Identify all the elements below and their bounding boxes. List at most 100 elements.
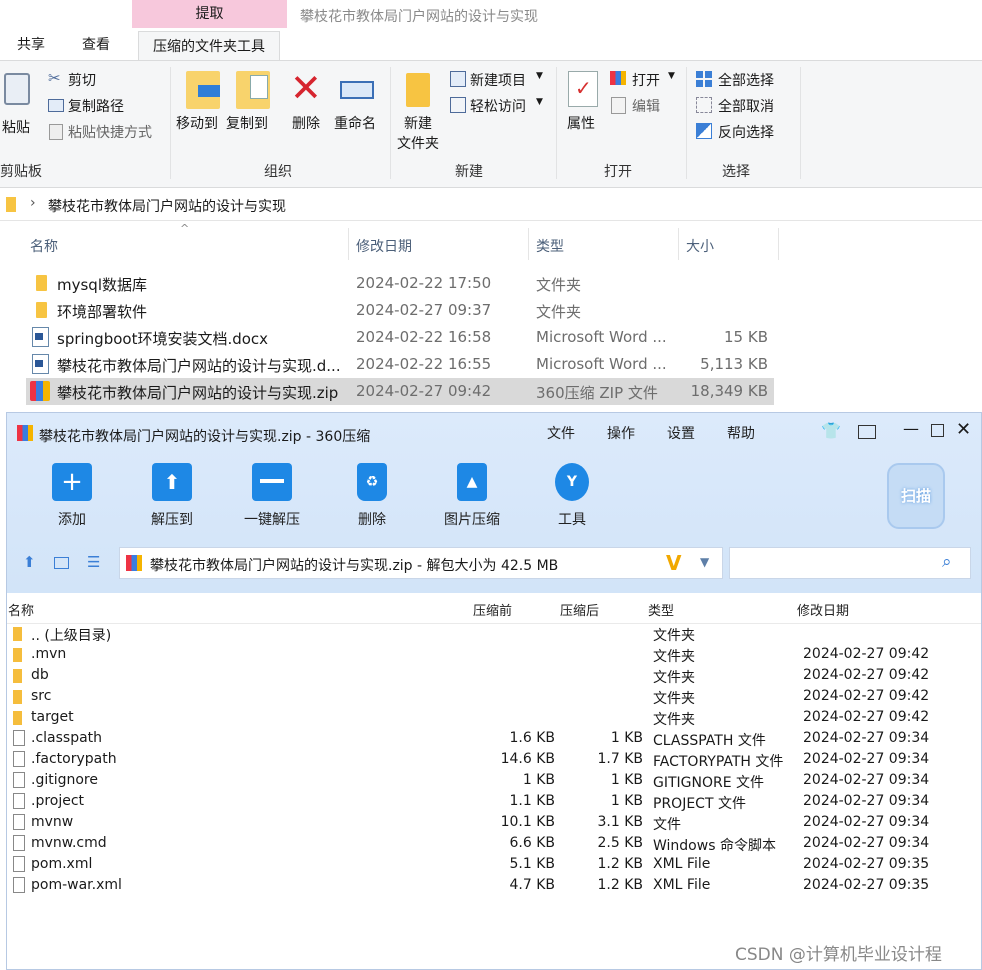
column-date[interactable]: 修改日期 — [356, 236, 412, 256]
column-size[interactable]: 大小 — [686, 236, 714, 256]
zip-row-before: 1 KB — [522, 772, 555, 788]
properties-button[interactable]: ✓ 属性 — [564, 67, 604, 147]
menu-help[interactable]: 帮助 — [727, 423, 755, 443]
menu-file[interactable]: 文件 — [547, 423, 575, 443]
new-folder-button[interactable]: 新建 文件夹 — [396, 67, 444, 157]
zip-column-date[interactable]: 修改日期 — [797, 600, 849, 619]
zip-row[interactable]: pom-war.xml 4.7 KB 1.2 KB XML File 2024-02-2… — [7, 875, 981, 896]
file-row[interactable]: 环境部署软件 2024-02-27 09:37 文件夹 — [26, 297, 774, 324]
copy-path-button[interactable]: 复制路径 — [48, 95, 168, 117]
column-type[interactable]: 类型 — [536, 236, 564, 256]
copy-path-icon — [48, 99, 64, 112]
new-folder-icon — [406, 73, 430, 107]
close-icon[interactable]: ✕ — [956, 419, 971, 440]
cut-button[interactable]: ✂ 剪切 — [48, 69, 168, 91]
minimize-icon[interactable]: — — [903, 419, 919, 438]
menu-settings[interactable]: 设置 — [667, 423, 695, 443]
menu-operation[interactable]: 操作 — [607, 423, 635, 443]
invert-selection-button[interactable]: 反向选择 — [694, 121, 794, 143]
zip-row[interactable]: pom.xml 5.1 KB 1.2 KB XML File 2024-02-27 09… — [7, 854, 981, 875]
tab-view[interactable]: 查看 — [82, 30, 110, 60]
group-divider — [170, 67, 171, 179]
new-item-icon — [450, 71, 466, 87]
new-folder-label-2: 文件夹 — [397, 136, 439, 152]
zip-row[interactable]: src 文件夹 2024-02-27 09:42 — [7, 686, 981, 707]
zip-row[interactable]: .gitignore 1 KB 1 KB GITIGNORE 文件 2024-02-27… — [7, 770, 981, 791]
zip-delete-button[interactable]: ♻ 删除 — [337, 463, 407, 529]
file-row[interactable]: 攀枝花市教体局门户网站的设计与实现.d... 2024-02-22 16:55 … — [26, 351, 774, 378]
zip-row[interactable]: .. (上级目录) 文件夹 — [7, 623, 981, 644]
zip-row[interactable]: target 文件夹 2024-02-27 09:42 — [7, 707, 981, 728]
tab-compressed-folder-tools[interactable]: 压缩的文件夹工具 — [138, 31, 280, 61]
zip-row[interactable]: db 文件夹 2024-02-27 09:42 — [7, 665, 981, 686]
easy-access-button[interactable]: 轻松访问 ▼ — [450, 95, 550, 117]
feedback-icon[interactable] — [858, 425, 876, 439]
column-divider[interactable] — [348, 228, 349, 260]
copy-to-button[interactable]: 复制到 — [226, 67, 274, 141]
easy-access-icon — [450, 97, 466, 113]
move-to-button[interactable]: 移动到 — [176, 67, 224, 141]
add-button[interactable]: + 添加 — [37, 463, 107, 529]
file-date: 2024-02-22 16:55 — [356, 355, 492, 373]
tab-extract[interactable]: 提取 — [132, 0, 287, 28]
open-icon — [610, 71, 626, 85]
zip-column-before[interactable]: 压缩前 — [473, 600, 512, 619]
zip-row[interactable]: .project 1.1 KB 1 KB PROJECT 文件 2024-02-27 0… — [7, 791, 981, 812]
file-row-selected[interactable]: 攀枝花市教体局门户网站的设计与实现.zip 2024-02-27 09:42 3… — [26, 378, 774, 405]
address-bar[interactable]: › 攀枝花市教体局门户网站的设计与实现 — [0, 190, 982, 221]
select-all-button[interactable]: 全部选择 — [694, 69, 794, 91]
zip-row[interactable]: .classpath 1.6 KB 1 KB CLASSPATH 文件 2024-02-… — [7, 728, 981, 749]
column-divider[interactable] — [678, 228, 679, 260]
archive-path-bar[interactable]: 攀枝花市教体局门户网站的设计与实现.zip - 解包大小为 42.5 MB V … — [119, 547, 723, 579]
zip-row-type: 文件夹 — [653, 691, 695, 707]
edit-button[interactable]: 编辑 — [610, 95, 680, 117]
tools-icon: Y — [555, 463, 589, 501]
zip-row[interactable]: .mvn 文件夹 2024-02-27 09:42 — [7, 644, 981, 665]
folder-icon — [6, 197, 16, 212]
select-none-button[interactable]: 全部取消 — [694, 95, 794, 117]
scan-button[interactable]: 扫描 — [887, 463, 945, 529]
paste-button[interactable]: 粘贴 — [0, 67, 38, 136]
open-button[interactable]: 打开 ▼ — [610, 69, 680, 91]
column-name[interactable]: 名称 — [30, 236, 58, 256]
zip-column-after[interactable]: 压缩后 — [560, 600, 599, 619]
list-view-icon[interactable]: ☰ — [87, 553, 100, 571]
file-row[interactable]: mysql数据库 2024-02-22 17:50 文件夹 — [26, 270, 774, 297]
file-row[interactable]: springboot环境安装文档.docx 2024-02-22 16:58 M… — [26, 324, 774, 351]
new-item-button[interactable]: 新建项目 ▼ — [450, 69, 550, 91]
image-compress-button[interactable]: ▲ 图片压缩 — [437, 463, 507, 529]
delete-button[interactable]: ✕ 删除 — [290, 67, 326, 141]
paste-shortcut-button[interactable]: 粘贴快捷方式 — [48, 121, 168, 143]
maximize-icon[interactable] — [931, 424, 944, 437]
search-input[interactable]: ⌕ — [729, 547, 971, 579]
chevron-down-icon[interactable]: ▼ — [700, 555, 709, 569]
search-icon[interactable]: ⌕ — [942, 552, 952, 572]
column-divider[interactable] — [528, 228, 529, 260]
tools-button[interactable]: Y 工具 — [537, 463, 607, 529]
one-click-extract-button[interactable]: 一键解压 — [237, 463, 307, 529]
zip-row-date: 2024-02-27 09:35 — [803, 877, 930, 893]
zip-column-type[interactable]: 类型 — [648, 600, 674, 619]
copy-to-label: 复制到 — [226, 116, 268, 132]
group-label-open: 打开 — [604, 164, 632, 180]
group-divider — [686, 67, 687, 179]
add-label: 添加 — [58, 512, 86, 528]
column-divider[interactable] — [778, 228, 779, 260]
extract-to-button[interactable]: ⬆ 解压到 — [137, 463, 207, 529]
up-arrow-icon[interactable]: ⬆ — [23, 553, 36, 571]
thumbnail-view-icon[interactable] — [54, 557, 69, 569]
breadcrumb[interactable]: 攀枝花市教体局门户网站的设计与实现 — [48, 196, 286, 216]
tab-share[interactable]: 共享 — [17, 30, 45, 60]
folder-icon — [13, 648, 22, 662]
archive-path: 攀枝花市教体局门户网站的设计与实现.zip - 解包大小为 42.5 MB — [150, 558, 559, 574]
zip-row[interactable]: .factorypath 14.6 KB 1.7 KB FACTORYPATH 文件 2… — [7, 749, 981, 770]
zip-row-name: .gitignore — [31, 772, 98, 788]
zip-row[interactable]: mvnw.cmd 6.6 KB 2.5 KB Windows 命令脚本 2024-02-… — [7, 833, 981, 854]
v-logo-icon[interactable]: V — [666, 551, 681, 575]
zip-row[interactable]: mvnw 10.1 KB 3.1 KB 文件 2024-02-27 09:34 — [7, 812, 981, 833]
zip-column-name[interactable]: 名称 — [8, 600, 34, 619]
zip-row-name: pom-war.xml — [31, 877, 122, 893]
zip-row-after: 1.7 KB — [597, 751, 644, 767]
skin-icon[interactable]: 👕 — [821, 421, 841, 440]
rename-button[interactable]: 重命名 — [334, 67, 382, 141]
